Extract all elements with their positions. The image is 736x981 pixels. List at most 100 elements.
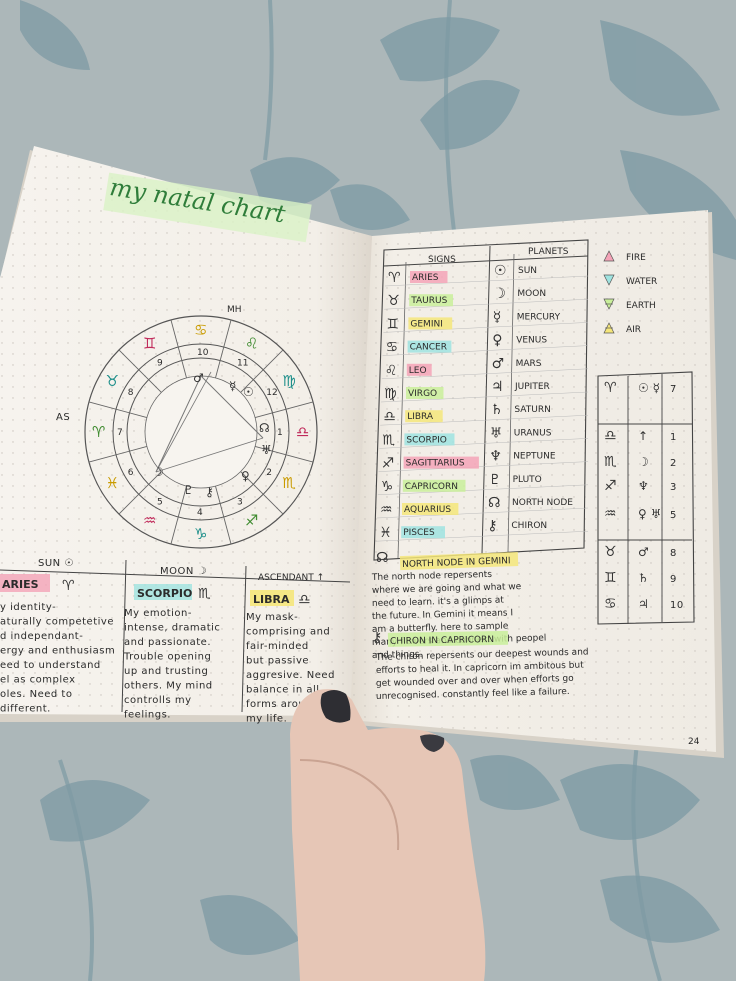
sign-name: LIBRA <box>407 412 434 422</box>
note-line: eed to understand <box>0 660 101 671</box>
placement-planet: ♂ <box>638 545 649 559</box>
placement-planet: ☉ ☿ <box>638 381 660 395</box>
house-number: 1 <box>277 428 283 438</box>
sign-glyph: ♎ <box>383 409 396 425</box>
moon-header: MOON ☽ <box>160 566 207 577</box>
planet-glyph: ⚷ <box>487 518 497 534</box>
sign-name: VIRGO <box>408 389 437 399</box>
placement-sign: ♊ <box>604 570 617 586</box>
note-line: My emotion- <box>124 608 192 619</box>
placement-house: 9 <box>670 574 677 585</box>
house-number: 11 <box>237 359 248 369</box>
sign-name: PISCES <box>403 528 435 538</box>
planet-glyph: ☿ <box>493 309 502 325</box>
sign-name: TAURUS <box>410 296 447 306</box>
note-line: Trouble opening <box>123 652 211 663</box>
placement-house: 1 <box>670 432 677 443</box>
mh-label: MH <box>227 305 242 315</box>
placement-sign: ♈ <box>604 380 617 396</box>
planets-header: PLANETS <box>528 247 569 257</box>
wheel-sign-glyph: ♒ <box>143 511 156 529</box>
signs-header: SIGNS <box>428 255 456 265</box>
sign-name: SCORPIO <box>406 435 447 445</box>
moon-sign-glyph: ♏ <box>198 586 211 602</box>
placement-planet: ♆ <box>638 479 649 493</box>
wheel-sign-glyph: ♌ <box>245 335 258 353</box>
sign-name: SAGITTARIUS <box>406 459 465 469</box>
house-number: 9 <box>157 359 163 369</box>
sign-name: LEO <box>409 366 427 376</box>
placement-house: 8 <box>670 548 677 559</box>
planet-north-node-mark: ☊ <box>259 421 270 435</box>
sun-sign-glyph: ♈ <box>62 578 75 594</box>
sign-glyph: ♒ <box>380 502 393 518</box>
house-number: 7 <box>117 428 123 438</box>
note-line: intense, dramatic <box>124 623 220 634</box>
placement-sign: ♏ <box>604 454 617 470</box>
placement-planet: ☽ <box>638 455 649 469</box>
house-number: 3 <box>237 497 243 507</box>
planet-name: NORTH NODE <box>512 498 573 508</box>
planet-glyph: ♂ <box>492 356 505 372</box>
note-line: aggresive. Need <box>246 670 335 681</box>
sun-sign: ARIES <box>2 578 39 591</box>
house-number: 8 <box>128 388 134 398</box>
sign-name: AQUARIUS <box>404 505 451 515</box>
chiron-icon: ⚷ <box>372 630 382 646</box>
photo-scene: my natal chart 101112123456789 ♋♌♍♎♏♐♑♒♓… <box>0 0 736 981</box>
note-line: others. My mind <box>124 681 213 692</box>
planet-name: MOON <box>517 289 546 299</box>
house-number: 5 <box>157 497 163 507</box>
sign-glyph: ♐ <box>382 456 395 472</box>
planet-glyph: ☽ <box>493 286 506 302</box>
ascendant-sign: LIBRA <box>253 593 290 606</box>
sign-glyph: ♌ <box>385 363 398 379</box>
note-line: aturally competetive <box>0 617 114 628</box>
element-name: AIR <box>626 325 641 335</box>
ascendant-header: ASCENDANT ↑ <box>258 573 324 583</box>
planet-mars-mark: ♂ <box>193 371 204 385</box>
placement-house: 2 <box>670 458 677 469</box>
placement-sign: ♒ <box>604 506 617 522</box>
north-node-icon: ☊ <box>376 550 388 566</box>
note-line: different. <box>0 704 51 715</box>
planet-glyph: ☊ <box>488 495 500 511</box>
note-line: comprising and <box>246 627 330 638</box>
sign-glyph: ♉ <box>387 293 400 309</box>
house-number: 10 <box>197 348 209 358</box>
house-number: 4 <box>197 508 203 518</box>
planet-name: VENUS <box>516 336 547 346</box>
note-line: d independant- <box>0 631 83 642</box>
planet-glyph: ♇ <box>489 472 502 488</box>
wheel-sign-glyph: ♉ <box>106 372 119 390</box>
placement-planet: ↑ <box>638 429 648 443</box>
sign-glyph: ♋ <box>386 340 399 356</box>
element-name: WATER <box>626 277 657 287</box>
sign-glyph: ♍ <box>384 386 397 402</box>
placement-planet: ♃ <box>638 597 649 611</box>
placement-sign: ♋ <box>604 596 617 612</box>
note-line: el as complex <box>0 675 76 686</box>
note-line: ergy and enthusiasm <box>0 646 115 657</box>
placement-sign: ♉ <box>604 544 617 560</box>
planet-sun-mark: ☉ <box>243 385 254 399</box>
wheel-sign-glyph: ♏ <box>282 474 296 492</box>
note-line: and passionate. <box>124 637 211 648</box>
planet-name: SUN <box>518 266 537 276</box>
planet-venus-mark: ♀ <box>241 469 250 483</box>
placement-sign: ♎ <box>604 428 617 444</box>
planet-glyph: ♆ <box>489 449 502 465</box>
page-number: 24 <box>688 737 700 747</box>
planet-mercury-mark: ☿ <box>229 379 236 393</box>
planet-name: JUPITER <box>514 382 550 392</box>
wheel-sign-glyph: ♎ <box>296 423 309 441</box>
placement-planet: ♄ <box>638 571 649 585</box>
note-line: balance in all <box>246 685 320 696</box>
planet-glyph: ☉ <box>494 263 507 279</box>
planet-name: SATURN <box>514 405 550 415</box>
note-line: oles. Need to <box>0 689 72 700</box>
planet-name: MERCURY <box>517 312 561 322</box>
sign-name: GEMINI <box>410 319 442 329</box>
sign-name: ARIES <box>412 273 439 283</box>
planet-glyph: ♅ <box>490 425 503 441</box>
